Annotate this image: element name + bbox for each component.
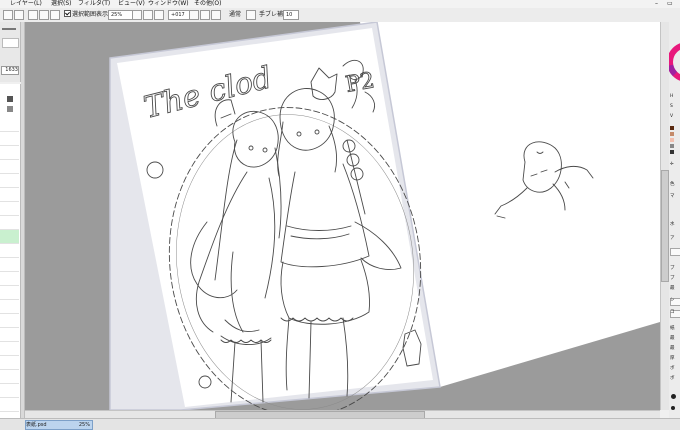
min-density-label: 最: [670, 336, 675, 341]
menu-other[interactable]: その他(O): [194, 0, 221, 8]
paper-label: 紙: [670, 326, 675, 331]
sharpness-label: シ: [670, 298, 675, 303]
layer-row[interactable]: [0, 314, 19, 328]
layer-row[interactable]: [0, 202, 19, 216]
blur-amount-label: ボ: [670, 376, 675, 381]
brush-dot-icon[interactable]: [671, 406, 675, 410]
canvas-area[interactable]: The clod P2: [25, 22, 660, 410]
thickness-label: 厚: [670, 356, 675, 361]
color-swatch[interactable]: [670, 144, 674, 148]
brush-option-field[interactable]: [670, 248, 680, 256]
show-selection-toggle[interactable]: 選択範囲表示: [64, 10, 108, 19]
layer-row[interactable]: [0, 258, 19, 272]
color-swatch[interactable]: [670, 132, 674, 136]
layer-row[interactable]: [0, 174, 19, 188]
menu-window[interactable]: ウィンドウ(W): [148, 0, 189, 8]
blur-label: ボ: [670, 366, 675, 371]
layer-row[interactable]: [0, 286, 19, 300]
brush-shape-label: ブ: [670, 266, 675, 271]
layer-row[interactable]: [0, 370, 19, 384]
panel-handle-icon: [2, 28, 16, 30]
blend-mode-label[interactable]: 通常: [229, 10, 241, 19]
brush-dot-icon[interactable]: [671, 394, 676, 399]
document-name: 表紙.psd: [26, 422, 47, 428]
min-size-label: 最: [670, 286, 675, 291]
color-wheel-icon[interactable]: [669, 32, 680, 92]
color-swatch[interactable]: [670, 126, 674, 130]
layer-row[interactable]: [0, 132, 19, 146]
show-selection-label: 選択範囲表示: [72, 11, 109, 18]
tool-label-water: 水: [670, 222, 675, 227]
rotate-left-icon[interactable]: [189, 10, 199, 20]
color-tool-panel: H S V ✛ 色 マ 水 ア ブ ブ 最 シ コ 紙 最 最 厚 ボ ボ: [669, 22, 680, 418]
max-density-label: 最: [670, 346, 675, 351]
menu-view[interactable]: ビュー(V): [118, 0, 145, 8]
rotate-right-icon[interactable]: [200, 10, 210, 20]
move-tool-icon[interactable]: ✛: [670, 162, 674, 168]
layer-row[interactable]: [0, 244, 19, 258]
undo-icon[interactable]: [3, 10, 13, 20]
redo-icon[interactable]: [14, 10, 24, 20]
delete-layer-icon[interactable]: [7, 106, 13, 112]
layer-panel: [0, 84, 21, 418]
deselect-icon[interactable]: [28, 10, 38, 20]
crop-icon[interactable]: [50, 10, 60, 20]
tool-label-marker: マ: [670, 194, 675, 199]
layer-row[interactable]: [0, 160, 19, 174]
zoom-field[interactable]: 25%: [108, 10, 134, 20]
layer-row[interactable]: [0, 328, 19, 342]
layer-row-selected[interactable]: [0, 230, 19, 244]
zoom-in-icon[interactable]: [132, 10, 142, 20]
zoom-out-icon[interactable]: [143, 10, 153, 20]
color-swatch[interactable]: [670, 138, 674, 142]
color-swatch[interactable]: [670, 150, 674, 154]
brush-size-field[interactable]: 1633: [1, 66, 19, 75]
layer-row[interactable]: [0, 118, 19, 132]
layer-row[interactable]: [0, 188, 19, 202]
tool-label-color: 色: [670, 182, 675, 187]
brush-texture-label: ブ: [670, 276, 675, 281]
layer-row[interactable]: [0, 342, 19, 356]
menu-select[interactable]: 選択(S): [51, 0, 72, 8]
layer-row[interactable]: [0, 398, 19, 412]
artwork-canvas[interactable]: The clod P2: [25, 22, 660, 410]
menu-bar: レイヤー(L) 選択(S) フィルタ(T) ビュー(V) ウィンドウ(W) その…: [0, 0, 680, 8]
contour-label: コ: [670, 310, 675, 315]
checkbox-icon: [64, 10, 71, 17]
hue-label: H: [670, 94, 674, 99]
layer-row[interactable]: [0, 216, 19, 230]
invert-selection-icon[interactable]: [39, 10, 49, 20]
minimize-button[interactable]: –: [655, 0, 658, 8]
restore-button[interactable]: ▭: [667, 0, 673, 8]
menu-layer[interactable]: レイヤー(L): [10, 0, 42, 8]
value-label: V: [670, 114, 674, 119]
saturation-label: S: [670, 104, 673, 109]
layer-row[interactable]: [0, 300, 19, 314]
document-zoom: 25%: [78, 422, 90, 428]
status-bar: 表紙.psd 25%: [0, 418, 680, 430]
flip-icon[interactable]: [246, 10, 256, 20]
layer-row[interactable]: [0, 272, 19, 286]
navigator-panel: 1633: [0, 22, 21, 82]
zoom-reset-icon[interactable]: [154, 10, 164, 20]
rotate-reset-icon[interactable]: [211, 10, 221, 20]
artwork-page-number: P2: [344, 68, 377, 98]
navigator-thumbnail[interactable]: [2, 38, 19, 48]
vertical-scroll-thumb[interactable]: [661, 170, 669, 282]
stabilizer-field[interactable]: 10: [283, 10, 299, 20]
layer-row[interactable]: [0, 146, 19, 160]
menu-filter[interactable]: フィルタ(T): [78, 0, 110, 8]
new-layer-icon[interactable]: [7, 96, 13, 102]
layer-row[interactable]: [0, 384, 19, 398]
tool-label-airbrush: ア: [670, 236, 675, 241]
layer-row[interactable]: [0, 356, 19, 370]
toolbar: 選択範囲表示 25% +017 通常 手ブレ補正 10: [0, 8, 680, 23]
